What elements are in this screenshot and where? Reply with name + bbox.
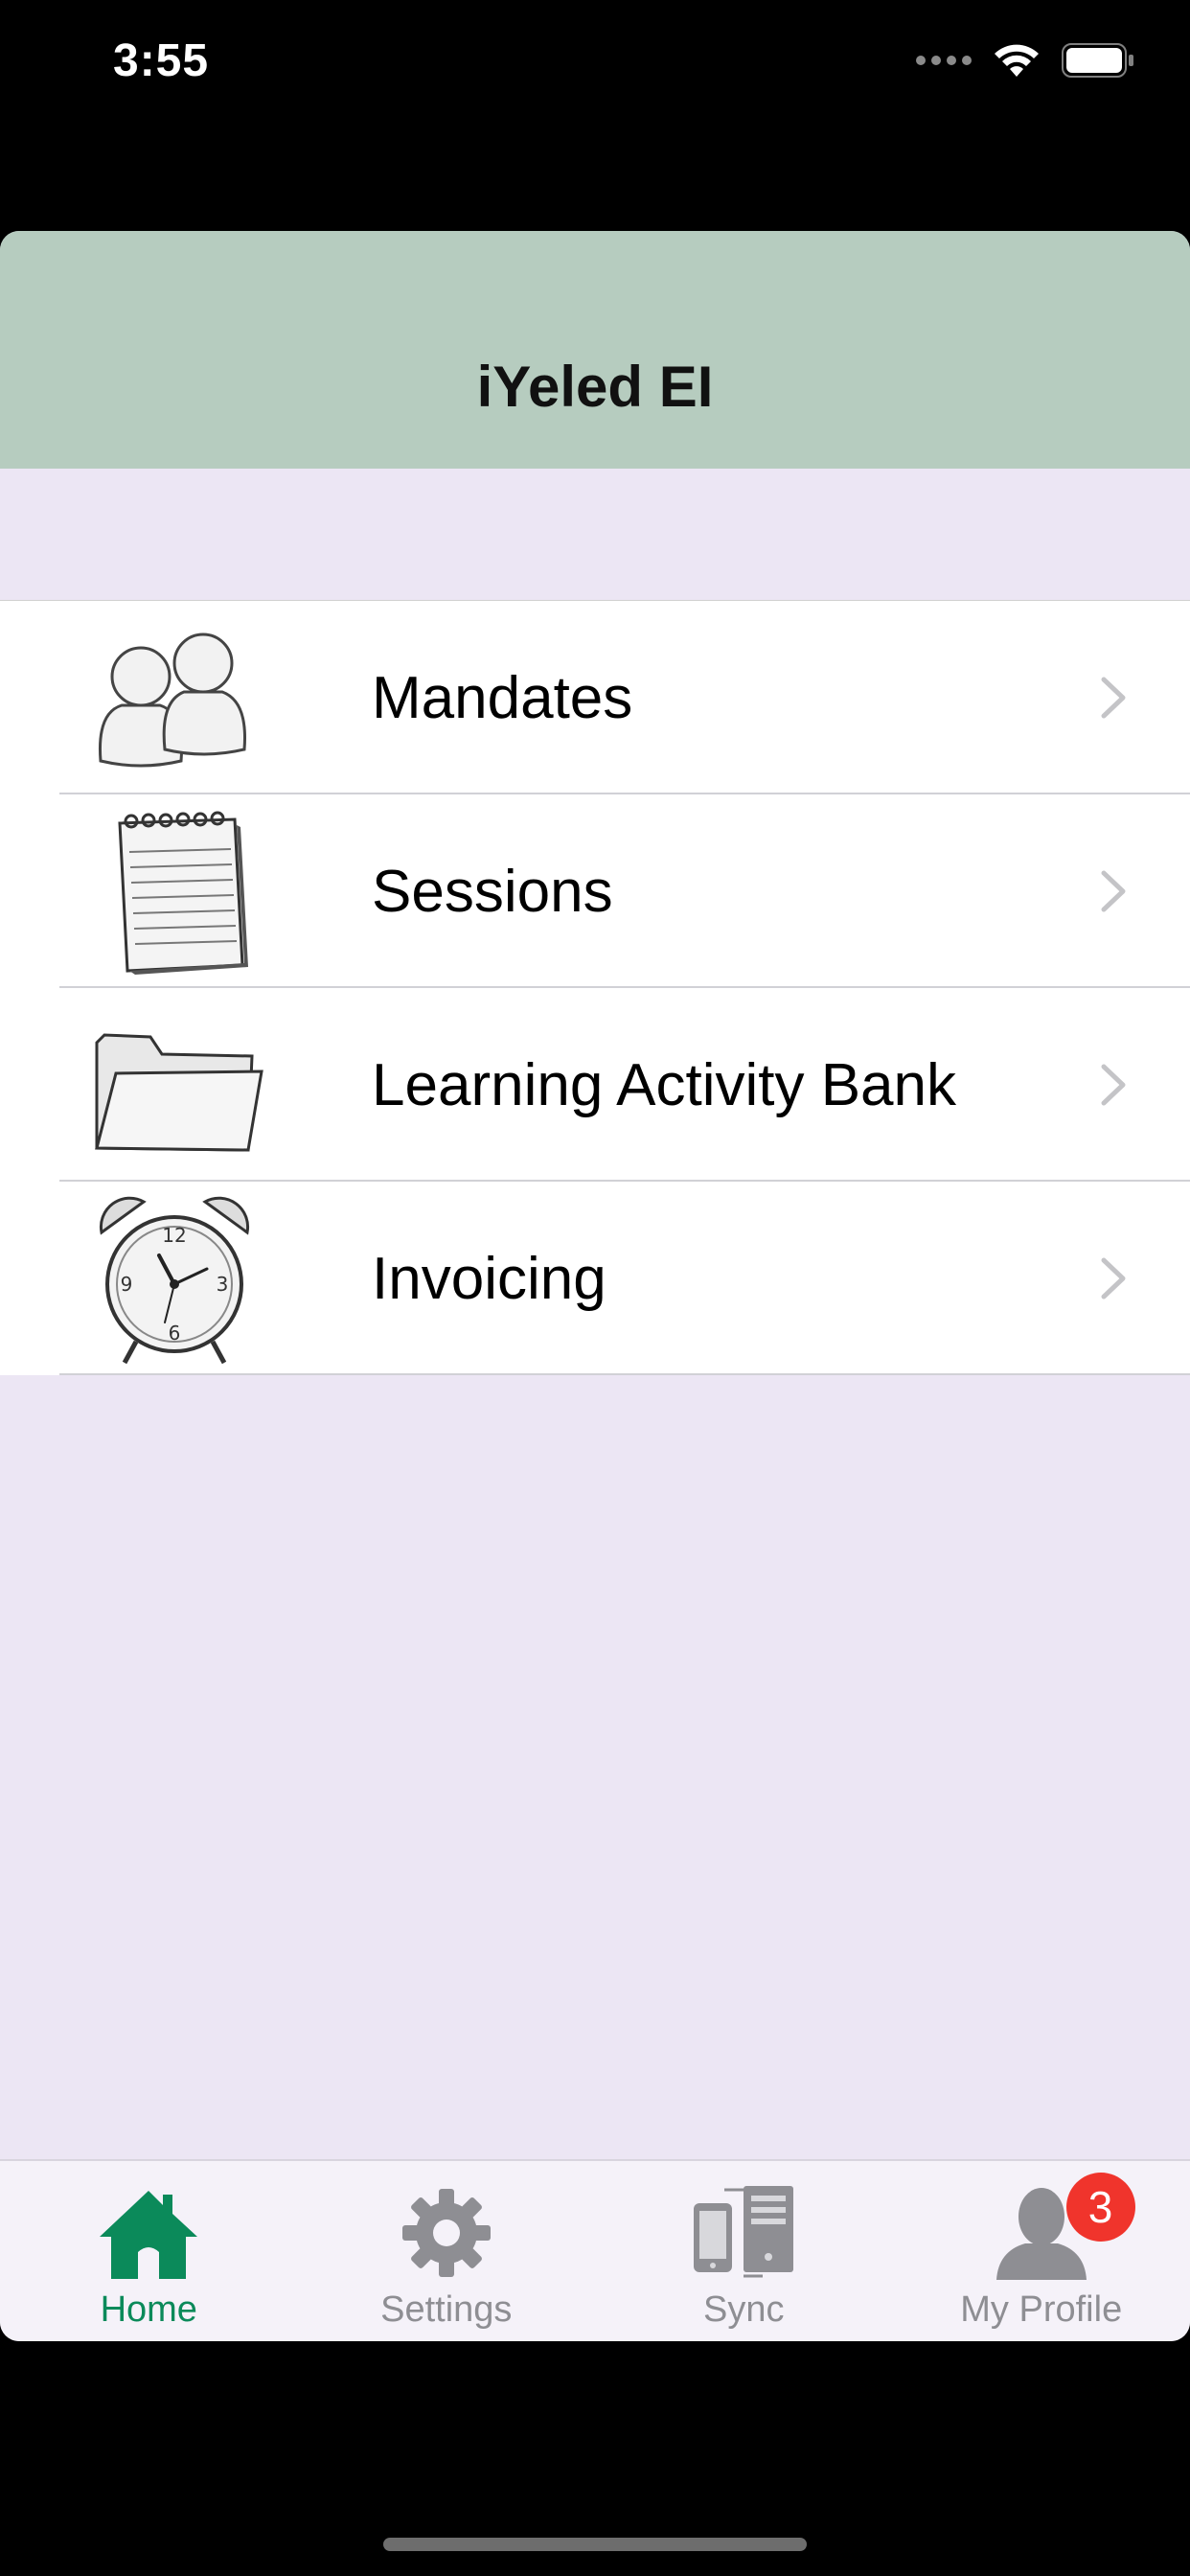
folder-icon <box>79 1000 270 1172</box>
chevron-right-icon <box>1101 1257 1126 1300</box>
alarm-clock-icon: 12 3 6 9 <box>79 1193 270 1366</box>
status-bar: 3:55 <box>0 0 1190 134</box>
tab-label: My Profile <box>960 2289 1123 2330</box>
wifi-icon <box>995 44 1039 77</box>
notepad-icon <box>79 806 270 978</box>
devices-sync-icon <box>686 2180 801 2286</box>
svg-text:6: 6 <box>169 1322 181 1345</box>
tab-label: Home <box>100 2289 197 2330</box>
tab-label: Settings <box>380 2289 513 2330</box>
app-screen: iYeled EI Mandates Sessions Learning Act… <box>0 231 1190 2341</box>
tab-bar: Home Settings Sync My Profile 3 <box>0 2159 1190 2341</box>
battery-icon <box>1062 43 1133 78</box>
menu-item-mandates[interactable]: Mandates <box>0 601 1190 794</box>
svg-text:12: 12 <box>162 1224 186 1247</box>
chevron-right-icon <box>1101 1064 1126 1106</box>
navigation-bar: iYeled EI <box>0 231 1190 469</box>
chevron-right-icon <box>1101 870 1126 912</box>
tab-label: Sync <box>703 2289 785 2330</box>
status-time: 3:55 <box>113 35 210 86</box>
svg-text:3: 3 <box>217 1273 229 1296</box>
menu-item-label: Invoicing <box>372 1245 606 1312</box>
tab-my-profile[interactable]: My Profile 3 <box>893 2161 1190 2341</box>
status-icons <box>916 42 1134 79</box>
menu-item-learning-activity-bank[interactable]: Learning Activity Bank <box>0 988 1190 1182</box>
tab-sync[interactable]: Sync <box>595 2161 893 2341</box>
tab-home[interactable]: Home <box>0 2161 298 2341</box>
menu-item-label: Learning Activity Bank <box>372 1051 957 1118</box>
menu-item-label: Sessions <box>372 858 613 925</box>
house-icon <box>91 2180 206 2286</box>
notification-badge: 3 <box>1065 2173 1135 2242</box>
home-indicator[interactable] <box>383 2538 807 2551</box>
svg-text:9: 9 <box>121 1273 133 1296</box>
chevron-right-icon <box>1101 677 1126 719</box>
menu-list: Mandates Sessions Learning Activity Bank… <box>0 600 1190 1375</box>
cellular-signal-icon <box>916 56 972 65</box>
tab-settings[interactable]: Settings <box>298 2161 596 2341</box>
page-title: iYeled EI <box>476 355 714 419</box>
gear-icon <box>389 2180 504 2286</box>
people-icon <box>79 612 270 785</box>
menu-item-label: Mandates <box>372 664 633 731</box>
menu-item-sessions[interactable]: Sessions <box>0 794 1190 988</box>
menu-item-invoicing[interactable]: 12 3 6 9 Invoicing <box>0 1182 1190 1375</box>
